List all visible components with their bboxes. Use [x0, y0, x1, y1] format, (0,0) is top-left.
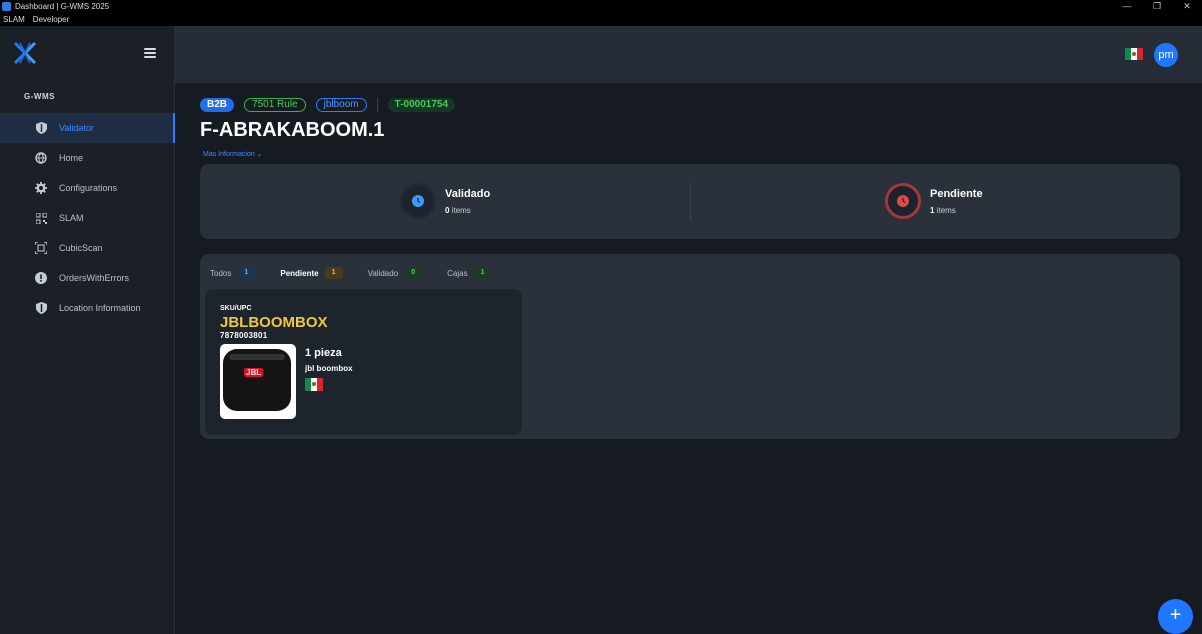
validado-unit: items — [451, 205, 471, 215]
pendiente-count: 1 — [930, 205, 935, 215]
avatar[interactable]: pm — [1154, 43, 1178, 67]
menu-toggle-icon[interactable] — [144, 48, 156, 58]
validado-ring — [400, 183, 436, 219]
sidebar: G-WMS Validator Home Configurations SLAM… — [0, 26, 175, 634]
sidebar-nav: Validator Home Configurations SLAM Cubic… — [0, 113, 175, 323]
more-info-toggle[interactable]: Mas Informacion ⌄ — [203, 150, 263, 158]
sku-value: JBLBOOMBOX — [220, 314, 328, 331]
order-badges: B2B 7501 Rule jblboom T-00001754 — [200, 98, 456, 112]
sidebar-item-label: SLAM — [59, 213, 84, 223]
sidebar-item-label: CubicScan — [59, 243, 103, 253]
clock-icon — [897, 195, 909, 207]
app-icon — [2, 2, 11, 11]
upc-value: 7878003801 — [220, 331, 268, 340]
tab-validado[interactable]: Validado 0 — [368, 262, 423, 284]
customer-badge: jblboom — [315, 98, 367, 112]
shield-icon — [35, 122, 47, 134]
sidebar-item-label: OrdersWithErrors — [59, 273, 130, 283]
order-type-badge: B2B — [200, 98, 235, 112]
alert-icon — [35, 272, 47, 284]
add-button[interactable]: + — [1158, 599, 1193, 634]
window-title: Dashboard | G-WMS 2025 — [15, 2, 110, 11]
sidebar-item-label: Home — [59, 153, 84, 163]
tab-count: 1 — [237, 267, 256, 279]
sku-label: SKU/UPC — [220, 305, 252, 312]
maximize-button[interactable]: ❐ — [1142, 0, 1172, 13]
summary-validado: Validado 0 items — [400, 183, 490, 219]
globe-icon — [35, 152, 47, 164]
tab-label: Validado — [367, 268, 399, 278]
sidebar-item-home[interactable]: Home — [0, 143, 175, 173]
top-bar: pm — [175, 26, 1202, 83]
pendiente-ring — [885, 183, 921, 219]
product-image: JBL — [220, 344, 296, 419]
sidebar-item-validator[interactable]: Validator — [0, 113, 175, 143]
window-controls: — ❐ ✕ — [1112, 0, 1202, 13]
gear-icon — [35, 182, 47, 194]
item-quantity: 1 pieza — [305, 347, 342, 359]
sidebar-item-configurations[interactable]: Configurations — [0, 173, 175, 203]
sidebar-item-label: Configurations — [59, 183, 118, 193]
tab-todos[interactable]: Todos 1 — [210, 262, 256, 284]
tab-label: Todos — [210, 268, 232, 278]
tab-count: 0 — [404, 267, 423, 279]
menu-slam[interactable]: SLAM — [3, 15, 25, 24]
mexico-flag-icon[interactable] — [1125, 48, 1143, 60]
speaker-picture — [223, 349, 291, 411]
tab-count: 1 — [324, 267, 343, 279]
tab-label: Pendiente — [280, 268, 319, 278]
ticket-badge: T-00001754 — [387, 98, 456, 112]
pendiente-count-line: 1 items — [930, 206, 983, 215]
status-summary: Validado 0 items Pendiente 1 items — [200, 164, 1180, 239]
sidebar-brand: G-WMS — [24, 92, 55, 101]
menubar: SLAM Developer — [0, 13, 1202, 26]
validado-count-line: 0 items — [445, 206, 490, 215]
rule-badge: 7501 Rule — [244, 98, 306, 112]
status-tabs: Todos 1 Pendiente 1 Validado 0 Cajas 1 — [210, 262, 517, 291]
summary-pendiente: Pendiente 1 items — [885, 183, 983, 219]
close-button[interactable]: ✕ — [1172, 0, 1202, 13]
product-brand-logo: JBL — [244, 368, 264, 377]
sidebar-item-cubicscan[interactable]: CubicScan — [0, 233, 175, 263]
badge-divider — [376, 98, 378, 112]
minimize-button[interactable]: — — [1112, 0, 1142, 13]
shield-icon — [35, 302, 47, 314]
tab-pendiente[interactable]: Pendiente 1 — [279, 262, 344, 291]
validado-label: Validado — [445, 187, 491, 200]
sidebar-item-label: Location Information — [59, 303, 141, 313]
pendiente-label: Pendiente — [930, 187, 983, 200]
sidebar-item-slam[interactable]: SLAM — [0, 203, 175, 233]
logo-icon — [13, 41, 37, 65]
tab-count: 1 — [473, 267, 492, 279]
item-card[interactable]: SKU/UPC JBLBOOMBOX 7878003801 JBL 1 piez… — [205, 289, 522, 435]
sidebar-item-label: Validator — [59, 123, 94, 133]
qr-icon — [35, 212, 47, 224]
validado-count: 0 — [445, 205, 450, 215]
tab-cajas[interactable]: Cajas 1 — [447, 262, 492, 284]
tab-label: Cajas — [447, 268, 468, 278]
summary-divider — [690, 182, 691, 220]
mexico-flag-icon — [305, 378, 323, 391]
items-panel: Todos 1 Pendiente 1 Validado 0 Cajas 1 S… — [200, 254, 1180, 439]
pendiente-unit: items — [936, 205, 956, 215]
page-title: F-ABRAKABOOM.1 — [200, 119, 385, 141]
clock-icon — [412, 195, 424, 207]
item-description: jbl boombox — [305, 364, 353, 373]
window-titlebar: Dashboard | G-WMS 2025 — ❐ ✕ — [0, 0, 1202, 13]
sidebar-item-orderswitherrors[interactable]: OrdersWithErrors — [0, 263, 175, 293]
sidebar-item-location-information[interactable]: Location Information — [0, 293, 175, 323]
menu-developer[interactable]: Developer — [33, 15, 69, 24]
scan-icon — [35, 242, 47, 254]
